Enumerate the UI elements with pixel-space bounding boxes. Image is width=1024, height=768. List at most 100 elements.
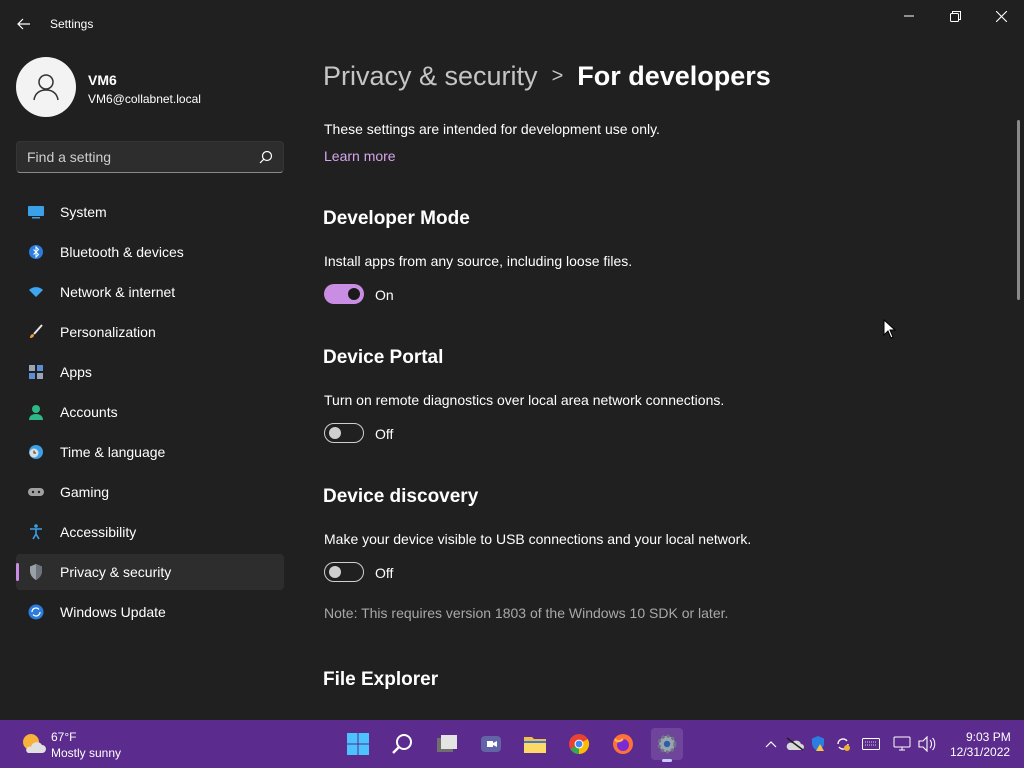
restore-button[interactable] [932,0,978,32]
bluetooth-icon [28,244,44,260]
weather-description: Mostly sunny [51,746,122,760]
sidebar-item-label: Personalization [60,324,156,340]
shield-icon [28,564,44,580]
onedrive-offline-icon[interactable] [785,734,805,754]
teams-chat-button[interactable] [475,728,507,760]
security-warning-icon[interactable] [809,734,829,754]
device-discovery-state: Off [375,565,394,581]
search-icon [392,734,412,754]
sidebar-item-label: System [60,204,107,220]
sun-cloud-icon [23,734,46,753]
sidebar-item-system[interactable]: System [16,194,284,230]
chrome-icon [569,734,590,755]
back-arrow-icon [17,18,30,30]
title-bar: Settings [0,0,1024,48]
sidebar-item-time-language[interactable]: Time & language [16,434,284,470]
wifi-icon [28,284,44,300]
apps-icon [28,364,44,380]
chat-icon [481,736,501,752]
sidebar-item-accounts[interactable]: Accounts [16,394,284,430]
device-discovery-description: Make your device visible to USB connecti… [324,531,752,547]
sidebar-item-label: Privacy & security [60,564,172,580]
system-icon [28,204,44,220]
clock-globe-icon [28,444,44,460]
device-discovery-toggle[interactable] [324,562,364,582]
sidebar-item-personalization[interactable]: Personalization [16,314,284,350]
developer-mode-state: On [375,287,394,303]
learn-more-link[interactable]: Learn more [324,148,396,164]
weather-temperature: 67°F [51,730,77,744]
device-discovery-title: Device discovery [323,486,479,507]
sidebar-item-bluetooth[interactable]: Bluetooth & devices [16,234,284,270]
sidebar-item-windows-update[interactable]: Windows Update [16,594,284,630]
developer-mode-description: Install apps from any source, including … [324,253,633,269]
sidebar-item-network[interactable]: Network & internet [16,274,284,310]
chevron-up-icon[interactable] [761,734,781,754]
task-view-button[interactable] [431,728,463,760]
sidebar-item-gaming[interactable]: Gaming [16,474,284,510]
breadcrumb: Privacy & security > For developers [323,58,771,94]
brush-icon [28,324,44,340]
sidebar-item-apps[interactable]: Apps [16,354,284,390]
toggle-knob [348,288,360,300]
search-input[interactable] [27,142,247,172]
weather-widget[interactable]: 67°F Mostly sunny [18,728,158,760]
user-profile[interactable]: VM6 VM6@collabnet.local [16,57,286,117]
search-icon[interactable] [259,150,273,164]
user-email: VM6@collabnet.local [88,92,201,106]
mouse-cursor-icon [883,319,897,339]
start-button[interactable] [342,728,374,760]
sidebar-nav: System Bluetooth & devices Network & int… [16,194,284,634]
windows-logo-icon [347,733,369,755]
update-icon [28,604,44,620]
user-name: VM6 [88,72,117,88]
chevron-right-icon: > [551,64,564,87]
sync-icon[interactable] [833,734,853,754]
page-title: For developers [577,60,771,91]
developer-mode-title: Developer Mode [323,208,470,229]
close-button[interactable] [978,0,1024,32]
device-portal-toggle[interactable] [324,423,364,443]
toggle-knob [329,566,341,578]
network-icon[interactable] [892,734,912,754]
device-portal-state: Off [375,426,394,442]
sidebar-item-label: Windows Update [60,604,166,620]
file-explorer-title: File Explorer [323,669,439,690]
device-portal-title: Device Portal [323,347,444,368]
sidebar-item-label: Gaming [60,484,110,500]
taskbar: 67°F Mostly sunny [0,720,1024,768]
search-box[interactable] [16,141,284,173]
device-portal-description: Turn on remote diagnostics over local ar… [324,392,725,408]
taskbar-search-button[interactable] [387,728,419,760]
sidebar-item-accessibility[interactable]: Accessibility [16,514,284,550]
gamepad-icon [28,484,44,500]
app-title: Settings [50,17,94,31]
task-view-icon [437,735,457,752]
volume-icon[interactable] [917,734,937,754]
sidebar-item-privacy-security[interactable]: Privacy & security [16,554,284,590]
minimize-button[interactable] [886,0,932,32]
firefox-button[interactable] [607,728,639,760]
clock-time[interactable]: 9:03 PM [966,730,1011,744]
scrollbar[interactable] [1017,120,1020,300]
firefox-icon [613,734,633,754]
clock-date[interactable]: 12/31/2022 [950,745,1010,759]
settings-taskbar-button[interactable] [651,728,683,762]
chrome-button[interactable] [563,728,595,760]
person-icon [33,74,59,101]
sidebar-item-label: Bluetooth & devices [60,244,184,260]
intro-text: These settings are intended for developm… [324,121,660,137]
restore-icon [949,10,961,22]
sidebar-item-label: Accounts [60,404,118,420]
sidebar-item-label: Network & internet [60,284,176,300]
breadcrumb-parent[interactable]: Privacy & security [323,61,538,92]
minimize-icon [904,15,914,17]
keyboard-icon[interactable] [861,734,881,754]
accessibility-icon [28,524,44,540]
developer-mode-toggle[interactable] [324,284,364,304]
sidebar-item-label: Time & language [60,444,166,460]
file-explorer-button[interactable] [519,728,551,760]
folder-icon [524,737,546,753]
back-button[interactable] [12,12,36,36]
avatar [16,57,76,117]
